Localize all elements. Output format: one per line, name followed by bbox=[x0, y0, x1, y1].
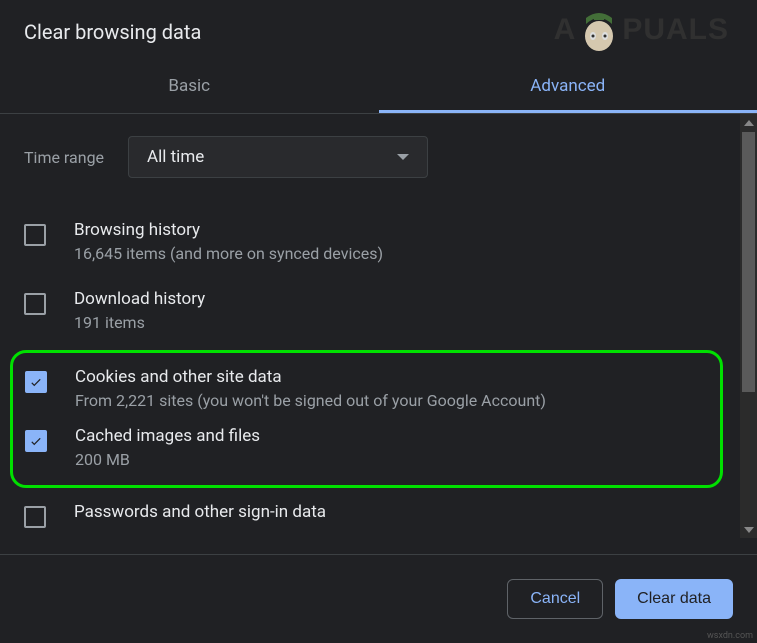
highlight-annotation: Cookies and other site data From 2,221 s… bbox=[10, 350, 723, 488]
scroll-thumb[interactable] bbox=[742, 132, 755, 392]
content-area: Time range All time Browsing history 16,… bbox=[0, 114, 757, 538]
chevron-down-icon bbox=[397, 154, 409, 160]
checkbox-cookies[interactable] bbox=[25, 371, 47, 393]
time-range-value: All time bbox=[147, 147, 204, 167]
option-text: Cached images and files 200 MB bbox=[75, 426, 708, 469]
dialog-footer: Cancel Clear data bbox=[0, 554, 757, 643]
option-passwords: Passwords and other sign-in data bbox=[24, 494, 733, 538]
option-download-history: Download history 191 items bbox=[24, 281, 733, 350]
option-text: Passwords and other sign-in data bbox=[74, 502, 733, 526]
option-subtitle: 191 items bbox=[74, 313, 733, 332]
option-cache: Cached images and files 200 MB bbox=[25, 422, 708, 481]
option-subtitle: 16,645 items (and more on synced devices… bbox=[74, 244, 733, 263]
option-title: Cached images and files bbox=[75, 426, 708, 446]
clear-data-button[interactable]: Clear data bbox=[615, 579, 733, 619]
option-browsing-history: Browsing history 16,645 items (and more … bbox=[24, 212, 733, 281]
checkbox-download-history[interactable] bbox=[24, 293, 46, 315]
appuals-mascot-icon bbox=[580, 8, 618, 52]
checkbox-browsing-history[interactable] bbox=[24, 224, 46, 246]
option-title: Cookies and other site data bbox=[75, 367, 708, 387]
option-text: Download history 191 items bbox=[74, 289, 733, 332]
tab-basic[interactable]: Basic bbox=[0, 62, 379, 113]
option-title: Browsing history bbox=[74, 220, 733, 240]
scrollbar[interactable] bbox=[740, 114, 757, 538]
scroll-down-button[interactable] bbox=[740, 521, 757, 538]
checkbox-cache[interactable] bbox=[25, 430, 47, 452]
option-text: Browsing history 16,645 items (and more … bbox=[74, 220, 733, 263]
attribution-watermark: wsxdn.com bbox=[707, 631, 753, 641]
scroll-up-button[interactable] bbox=[740, 114, 757, 131]
time-range-label: Time range bbox=[24, 148, 104, 167]
arrow-up-icon bbox=[744, 120, 754, 126]
option-subtitle: 200 MB bbox=[75, 450, 708, 469]
option-subtitle: From 2,221 sites (you won't be signed ou… bbox=[75, 391, 708, 410]
time-range-row: Time range All time bbox=[24, 136, 733, 178]
arrow-down-icon bbox=[744, 527, 754, 533]
option-text: Cookies and other site data From 2,221 s… bbox=[75, 367, 708, 410]
option-cookies: Cookies and other site data From 2,221 s… bbox=[25, 363, 708, 422]
time-range-select[interactable]: All time bbox=[128, 136, 428, 178]
option-title: Passwords and other sign-in data bbox=[74, 502, 733, 522]
tab-bar: Basic Advanced bbox=[0, 62, 757, 114]
watermark-logo: A PUALS bbox=[554, 8, 729, 52]
watermark-prefix: A bbox=[554, 13, 577, 47]
watermark-suffix: PUALS bbox=[622, 13, 729, 47]
cancel-button[interactable]: Cancel bbox=[507, 579, 603, 619]
checkbox-passwords[interactable] bbox=[24, 506, 46, 528]
option-title: Download history bbox=[74, 289, 733, 309]
tab-advanced[interactable]: Advanced bbox=[379, 62, 757, 113]
